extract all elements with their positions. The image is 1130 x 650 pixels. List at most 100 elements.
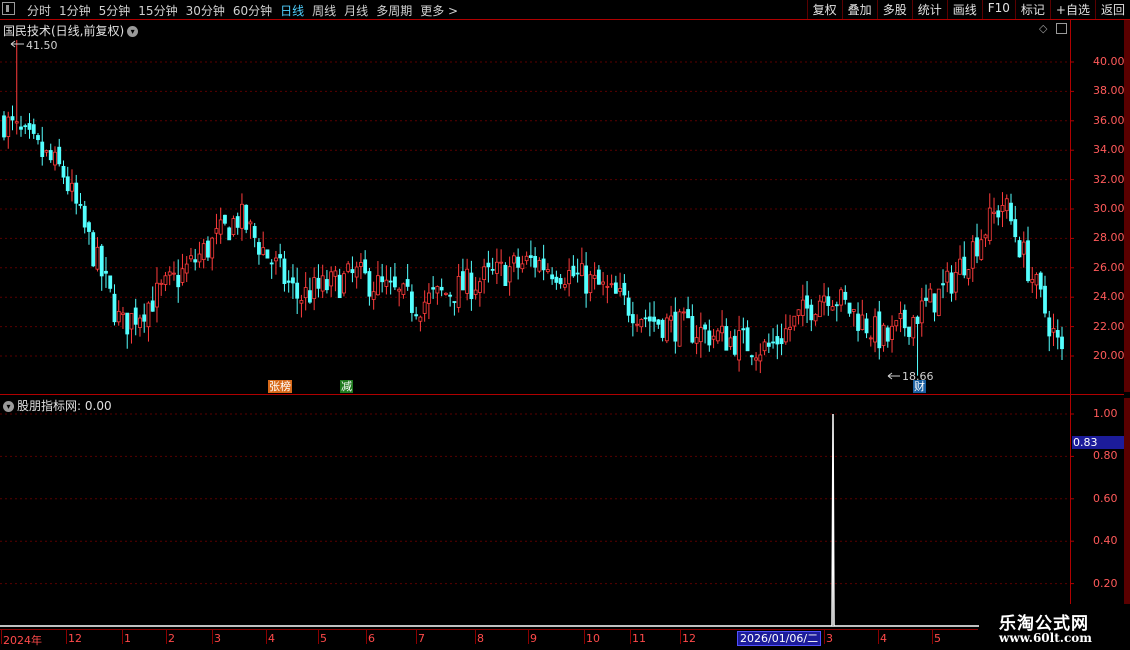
candle-body [639, 318, 644, 328]
candle-body [1060, 336, 1064, 350]
indicator-line [0, 413, 1070, 627]
date-tick-mark [366, 630, 367, 644]
candle-body [669, 315, 673, 321]
candle-body [936, 288, 941, 316]
candle-body [737, 330, 741, 361]
candle-body [376, 275, 380, 296]
y-tick-label: 0.20 [1093, 576, 1118, 590]
candle-body [652, 316, 656, 322]
candle-body [834, 304, 839, 307]
candle-body [924, 297, 928, 301]
y-tick-label: 28.00 [1093, 231, 1125, 245]
candle-body [698, 327, 703, 343]
candle-body [1009, 202, 1013, 222]
candle-body [1030, 279, 1035, 283]
candle-body [329, 271, 334, 287]
date-tick-label: 5 [320, 632, 327, 645]
candle-body [142, 314, 147, 322]
candle-body [711, 335, 716, 340]
indicator-value: : 0.00 [77, 399, 112, 413]
candle-body [384, 279, 389, 287]
candle-body [354, 266, 359, 278]
candle-body [261, 247, 266, 255]
candle-body [524, 255, 529, 262]
candle-body [286, 280, 291, 283]
candle-body [605, 285, 610, 288]
selected-date-label: 2026/01/06/二 [737, 631, 822, 646]
candle-body [269, 262, 274, 265]
date-tick-label: 9 [530, 632, 537, 645]
candle-body [1055, 330, 1060, 338]
candle-body [890, 325, 894, 340]
candle-body [448, 294, 453, 297]
y-tick-label: 20.00 [1093, 349, 1125, 362]
candle-body [138, 317, 142, 328]
candle-body [715, 330, 720, 342]
candle-body [796, 309, 801, 316]
candle-body [443, 292, 448, 295]
event-badge[interactable]: 张榜 [268, 380, 292, 393]
candle-body [257, 242, 261, 255]
chevron-down-icon[interactable]: ▾ [3, 401, 14, 412]
side-panel-strip[interactable] [1124, 20, 1130, 392]
y-tick-label: 0.40 [1093, 534, 1118, 548]
candle-body [82, 205, 87, 228]
candle-body [333, 270, 338, 277]
candle-body [214, 228, 219, 234]
candle-body [346, 263, 351, 272]
date-tick-label: 7 [418, 632, 425, 645]
side-panel-strip[interactable] [1124, 398, 1130, 604]
candle-body [278, 254, 283, 259]
candle-body [507, 266, 512, 283]
candle-body [707, 330, 712, 346]
date-tick-mark [166, 630, 167, 644]
candle-body [511, 255, 516, 264]
candle-body [528, 255, 533, 258]
candle-body [418, 316, 423, 322]
candle-body [558, 278, 563, 285]
candle-body [337, 274, 342, 299]
date-tick-mark [416, 630, 417, 644]
candle-body [393, 276, 397, 288]
event-badge[interactable]: 财 [913, 380, 926, 393]
candle-body [622, 282, 627, 296]
candle-body [745, 327, 750, 352]
event-badge[interactable]: 减 [340, 380, 353, 393]
candle-body [877, 311, 882, 349]
candle-body [809, 304, 814, 321]
candle-body [839, 289, 843, 306]
date-tick-mark [1, 630, 2, 644]
candle-body [941, 283, 945, 286]
candle-body [252, 226, 257, 238]
y-tick-label: 0.80 [1093, 449, 1118, 463]
candle-body [367, 271, 372, 297]
indicator-series [0, 413, 1070, 627]
high-price-label: 41.50 [26, 39, 58, 52]
candle-body [864, 318, 869, 334]
candle-body [10, 116, 15, 121]
candle-body [167, 271, 172, 276]
candle-body [99, 245, 104, 277]
candle-body [783, 328, 788, 343]
candle-body [656, 319, 661, 325]
candle-body [962, 256, 967, 276]
candle-body [754, 357, 758, 361]
candle-body [541, 258, 546, 271]
candle-body [159, 282, 164, 285]
date-tick-mark [475, 630, 476, 644]
candle-body [805, 295, 809, 309]
y-tick-label: 24.00 [1093, 290, 1125, 304]
candle-body [779, 338, 784, 345]
candle-body [830, 306, 835, 311]
candle-body [53, 151, 57, 166]
candle-body [860, 314, 865, 330]
candle-body [800, 299, 805, 316]
candle-body [562, 284, 567, 288]
candle-body [180, 268, 185, 283]
candle-body [1021, 241, 1026, 255]
candle-body [150, 300, 155, 312]
date-tick-mark [66, 630, 67, 644]
candle-body [1026, 240, 1030, 282]
candle-body [741, 328, 746, 331]
candle-body [359, 262, 363, 267]
